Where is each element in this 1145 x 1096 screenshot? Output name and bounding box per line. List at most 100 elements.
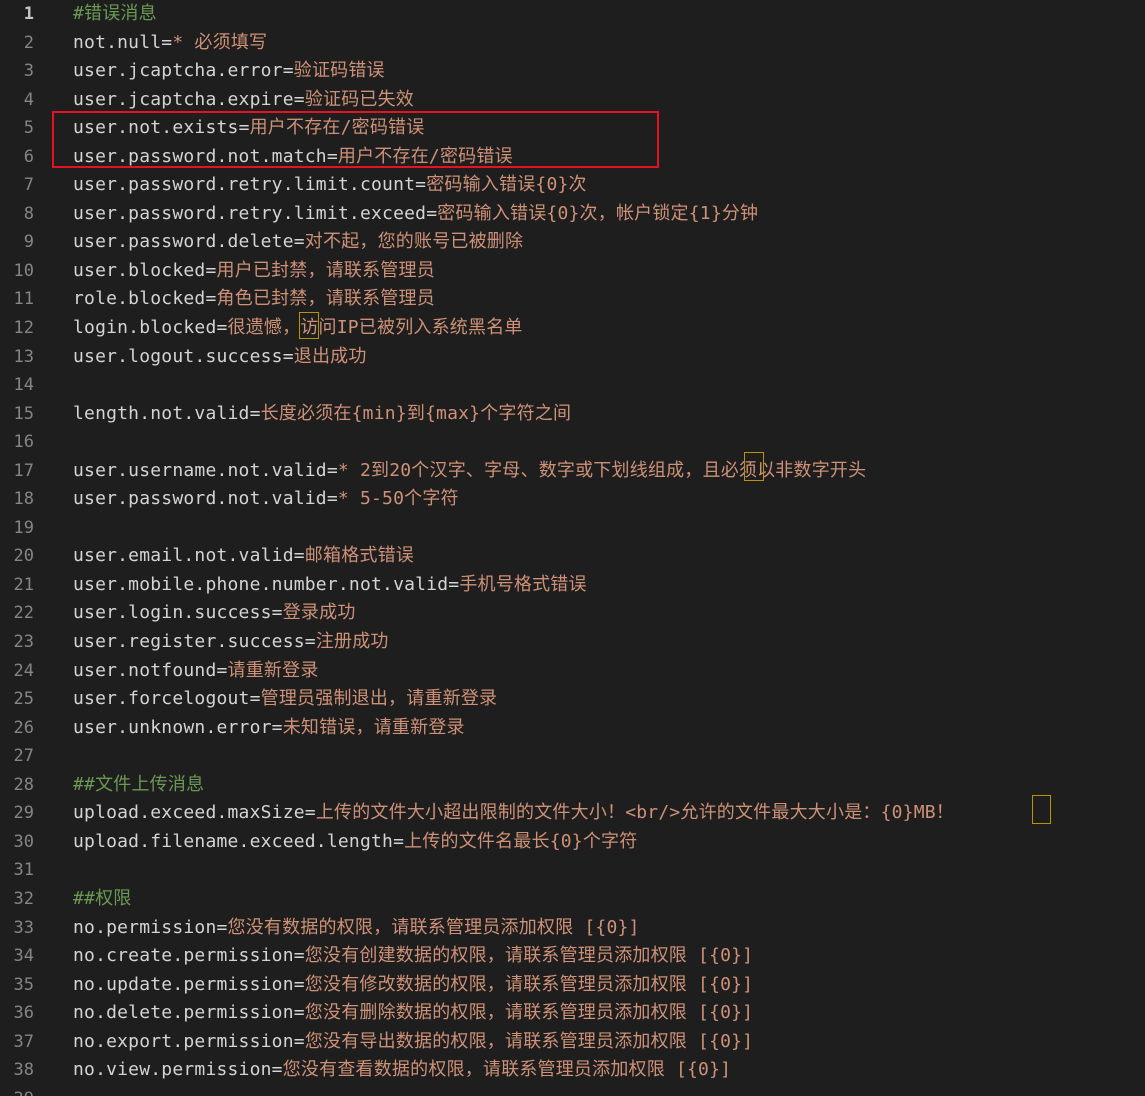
property-value: 用户不存在/密码错误 (337, 145, 513, 167)
property-key: user.notfound (73, 659, 217, 681)
code-line[interactable]: 3 user.jcaptcha.error=验证码错误 (0, 57, 1145, 86)
line-code: user.mobile.phone.number.not.valid=手机号格式… (73, 571, 587, 600)
property-value: 您没有删除数据的权限，请联系管理员添加权限 [{0}] (304, 1002, 754, 1024)
line-number: 32 (13, 888, 34, 909)
property-key: no.permission (73, 916, 217, 938)
property-key: user.jcaptcha.error (73, 60, 283, 82)
code-line[interactable]: 23 user.register.success=注册成功 (0, 628, 1145, 657)
code-line[interactable]: 7 user.password.retry.limit.count=密码输入错误{… (0, 171, 1145, 200)
line-code: user.password.not.valid=* 5-50个字符 (73, 485, 459, 514)
line-number: 11 (13, 289, 34, 310)
code-line[interactable]: 10 user.blocked=用户已封禁，请联系管理员 (0, 257, 1145, 286)
property-value: * 5-50个字符 (337, 488, 459, 510)
code-line[interactable]: 8 user.password.retry.limit.exceed=密码输入错误… (0, 200, 1145, 229)
property-key: user.email.not.valid (73, 545, 294, 567)
code-line[interactable]: 22 user.login.success=登录成功 (0, 599, 1145, 628)
code-line[interactable]: 20 user.email.not.valid=邮箱格式错误 (0, 542, 1145, 571)
line-number: 14 (13, 375, 34, 396)
line-code: user.password.not.match=用户不存在/密码错误 (73, 143, 513, 172)
property-value: 密码输入错误{0}次，帐户锁定{1}分钟 (437, 202, 759, 224)
code-line[interactable]: 25 user.forcelogout=管理员强制退出，请重新登录 (0, 685, 1145, 714)
code-line[interactable]: 2 not.null=* 必须填写 (0, 29, 1145, 58)
equals-sign: = (293, 231, 305, 253)
code-line[interactable]: 14 (0, 371, 1145, 400)
equals-sign: = (205, 288, 217, 310)
code-line[interactable]: 19 (0, 514, 1145, 543)
code-editor[interactable]: 1 #错误消息 2 not.null=* 必须填写 3 user.jcaptcha.err… (0, 0, 1145, 1096)
code-line[interactable]: 15 length.not.valid=长度必须在{min}到{max}个字符之间 (0, 400, 1145, 429)
code-line[interactable]: 16 (0, 428, 1145, 457)
property-value: 您没有导出数据的权限，请联系管理员添加权限 [{0}] (304, 1030, 754, 1052)
editor-lines: 1 #错误消息 2 not.null=* 必须填写 3 user.jcaptcha.err… (0, 0, 1145, 1096)
property-value: 上传的文件名最长{0}个字符 (404, 830, 638, 852)
property-key: user.mobile.phone.number.not.valid (73, 573, 449, 595)
equals-sign: = (282, 60, 294, 82)
line-code: user.login.success=登录成功 (73, 599, 356, 628)
code-line[interactable]: 24 user.notfound=请重新登录 (0, 657, 1145, 686)
code-line[interactable]: 6 user.password.not.match=用户不存在/密码错误 (0, 143, 1145, 172)
line-number: 5 (23, 118, 34, 139)
code-line[interactable]: 5 user.not.exists=用户不存在/密码错误 (0, 114, 1145, 143)
property-key: user.login.success (73, 602, 272, 624)
code-line[interactable]: 27 (0, 742, 1145, 771)
line-number: 29 (13, 803, 34, 824)
line-number: 39 (0, 1085, 34, 1096)
line-number: 12 (13, 318, 34, 339)
property-value: 您没有修改数据的权限，请联系管理员添加权限 [{0}] (304, 973, 754, 995)
line-code: upload.filename.exceed.length=上传的文件名最长{0… (73, 828, 637, 857)
equals-sign: = (271, 602, 283, 624)
line-number: 6 (23, 146, 34, 167)
code-line[interactable]: 30 upload.filename.exceed.length=上传的文件名最长… (0, 828, 1145, 857)
property-key: not.null (73, 31, 162, 53)
code-line[interactable]: 32 ##权限 (0, 885, 1145, 914)
equals-sign: = (326, 145, 338, 167)
code-line[interactable]: 38 no.view.permission=您没有查看数据的权限，请联系管理员添加… (0, 1056, 1145, 1085)
equals-sign: = (415, 174, 427, 196)
equals-sign: = (216, 317, 228, 339)
property-value: 您没有创建数据的权限，请联系管理员添加权限 [{0}] (304, 945, 754, 967)
code-line[interactable]: 29 upload.exceed.maxSize=上传的文件大小超出限制的文件大小… (0, 799, 1145, 828)
code-line[interactable]: 26 user.unknown.error=未知错误，请重新登录 (0, 714, 1145, 743)
line-code: user.logout.success=退出成功 (73, 343, 367, 372)
code-line[interactable]: 37 no.export.permission=您没有导出数据的权限，请联系管理员… (0, 1028, 1145, 1057)
code-line[interactable]: 11 role.blocked=角色已封禁，请联系管理员 (0, 285, 1145, 314)
code-line[interactable]: 1 #错误消息 (0, 0, 1145, 29)
property-value: 长度必须在{min}到{max}个字符之间 (260, 402, 572, 424)
code-line[interactable]: 28 ##文件上传消息 (0, 771, 1145, 800)
line-code: user.blocked=用户已封禁，请联系管理员 (73, 257, 435, 286)
line-number: 16 (13, 432, 34, 453)
equals-sign: = (216, 916, 228, 938)
code-line[interactable]: 34 no.create.permission=您没有创建数据的权限，请联系管理员… (0, 942, 1145, 971)
code-line[interactable]: 17 user.username.not.valid=* 2到20个汉字、字母、数… (0, 457, 1145, 486)
equals-sign: = (293, 1030, 305, 1052)
line-number: 9 (23, 232, 34, 253)
code-line[interactable]: 31 (0, 856, 1145, 885)
code-line[interactable]: 13 user.logout.success=退出成功 (0, 343, 1145, 372)
code-line[interactable]: 18 user.password.not.valid=* 5-50个字符 (0, 485, 1145, 514)
line-code: user.not.exists=用户不存在/密码错误 (73, 114, 424, 143)
code-line[interactable]: 4 user.jcaptcha.expire=验证码已失效 (0, 86, 1145, 115)
code-line[interactable]: 33 no.permission=您没有数据的权限，请联系管理员添加权限 [{0}… (0, 914, 1145, 943)
line-number: 26 (13, 717, 34, 738)
line-code: user.notfound=请重新登录 (73, 657, 319, 686)
property-key: user.not.exists (73, 117, 239, 139)
property-value: 退出成功 (293, 345, 367, 367)
equals-sign: = (282, 345, 294, 367)
line-code: no.create.permission=您没有创建数据的权限，请联系管理员添加… (73, 942, 753, 971)
equals-sign: = (293, 88, 305, 110)
equals-sign: = (293, 1002, 305, 1024)
code-line[interactable]: 12 login.blocked=很遗憾，访问IP已被列入系统黑名单 (0, 314, 1145, 343)
property-value: 手机号格式错误 (459, 573, 587, 595)
equals-sign: = (448, 573, 460, 595)
code-line[interactable]: 35 no.update.permission=您没有修改数据的权限，请联系管理员… (0, 971, 1145, 1000)
code-line[interactable]: 9 user.password.delete=对不起，您的账号已被删除 (0, 228, 1145, 257)
code-line[interactable]: 39 (0, 1085, 1145, 1096)
line-number: 27 (13, 746, 34, 767)
code-line[interactable]: 36 no.delete.permission=您没有删除数据的权限，请联系管理员… (0, 999, 1145, 1028)
code-line[interactable]: 21 user.mobile.phone.number.not.valid=手机号… (0, 571, 1145, 600)
line-number: 15 (13, 403, 34, 424)
property-key: user.password.delete (73, 231, 294, 253)
property-key: user.password.not.match (73, 145, 327, 167)
property-key: user.forcelogout (73, 688, 250, 710)
comment-text: #错误消息 (73, 3, 157, 24)
